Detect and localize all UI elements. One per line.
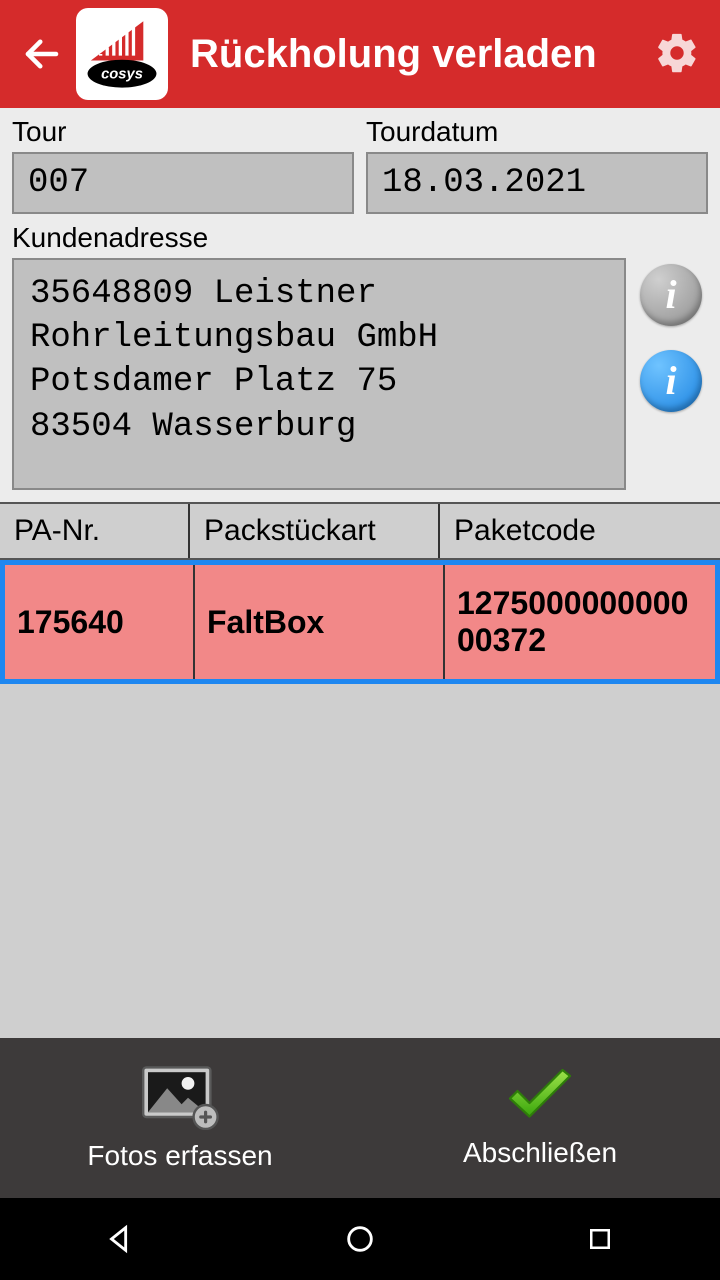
nav-recent-button[interactable] <box>578 1217 622 1261</box>
th-code: Paketcode <box>440 504 720 558</box>
android-softkeys <box>0 1198 720 1280</box>
info-blue-button[interactable]: i <box>640 350 702 412</box>
photo-icon <box>140 1064 220 1130</box>
page-title: Rückholung verladen <box>190 32 654 77</box>
finish-button[interactable]: Abschließen <box>360 1038 720 1198</box>
td-art: FaltBox <box>195 565 445 679</box>
nav-home-button[interactable] <box>338 1217 382 1261</box>
capture-photos-button[interactable]: Fotos erfassen <box>0 1038 360 1198</box>
address-label: Kundenadresse <box>12 222 708 254</box>
settings-button[interactable] <box>654 30 702 78</box>
check-icon <box>501 1067 579 1127</box>
address-field[interactable]: 35648809 Leistner Rohrleitungsbau GmbH P… <box>12 258 626 490</box>
th-art: Packstückart <box>190 504 440 558</box>
tour-label: Tour <box>12 116 354 148</box>
info-icon: i <box>665 361 676 401</box>
table-header: PA-Nr. Packstückart Paketcode <box>0 502 720 560</box>
back-button[interactable] <box>18 30 66 78</box>
app-logo: cosys <box>76 8 168 100</box>
svg-text:cosys: cosys <box>101 67 143 83</box>
info-gray-button[interactable]: i <box>640 264 702 326</box>
table-row[interactable]: 175640 FaltBox 127500000000000372 <box>0 560 720 684</box>
tour-field[interactable]: 007 <box>12 152 354 214</box>
nav-back-button[interactable] <box>98 1217 142 1261</box>
td-code: 127500000000000372 <box>445 565 715 679</box>
td-pa: 175640 <box>5 565 195 679</box>
info-icon: i <box>665 275 676 315</box>
tourdate-label: Tourdatum <box>366 116 708 148</box>
finish-label: Abschließen <box>463 1137 617 1169</box>
tourdate-field[interactable]: 18.03.2021 <box>366 152 708 214</box>
capture-photos-label: Fotos erfassen <box>87 1140 272 1172</box>
th-pa: PA-Nr. <box>0 504 190 558</box>
